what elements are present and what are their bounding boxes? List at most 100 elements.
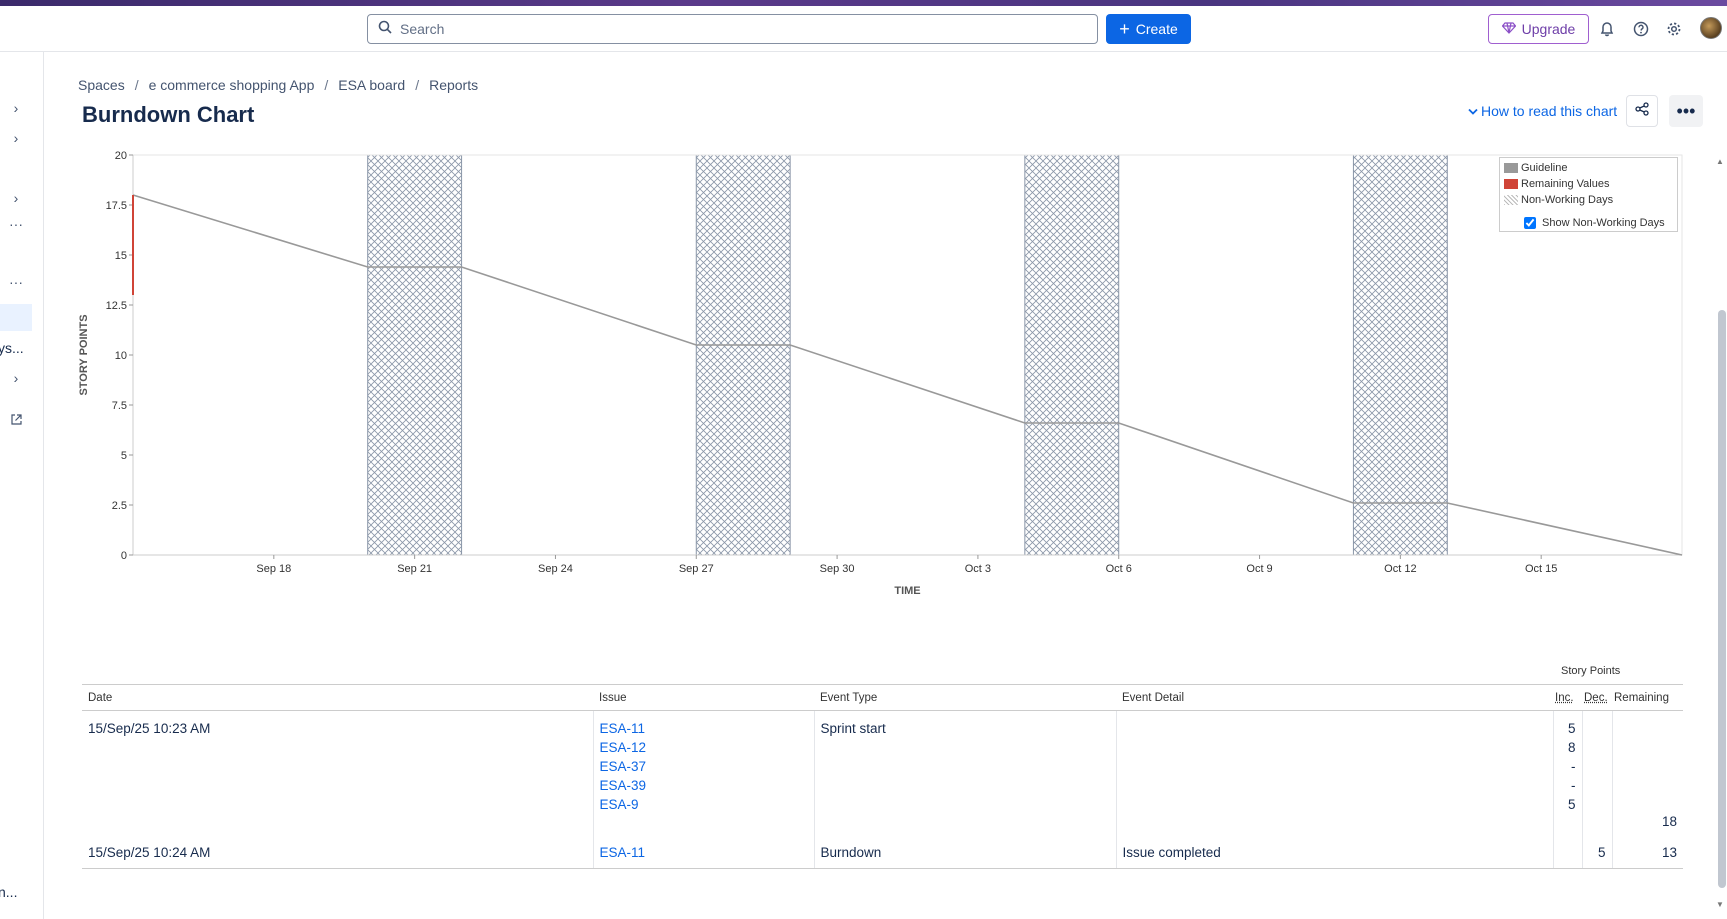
inc-value: 8	[1567, 740, 1576, 755]
legend-swatch	[1504, 163, 1518, 173]
scrollbar-thumb[interactable]	[1718, 310, 1726, 888]
y-tick-label: 15	[115, 250, 127, 262]
column-header-issue: Issue	[593, 684, 814, 711]
y-tick-label: 17.5	[106, 200, 127, 212]
y-axis-label: STORY POINTS	[78, 314, 90, 395]
y-tick-label: 12.5	[106, 300, 127, 312]
burndown-events-table: Date Issue Event Type Event Detail Inc. …	[82, 684, 1683, 869]
how-to-read-link[interactable]: How to read this chart	[1468, 103, 1617, 119]
show-non-working-days-label: Show Non-Working Days	[1542, 217, 1665, 229]
chevron-right-icon[interactable]: ›	[0, 188, 32, 208]
issue-link[interactable]: ESA-11	[600, 843, 808, 862]
x-tick-label: Sep 18	[256, 563, 291, 575]
event-dec: 5	[1581, 837, 1612, 869]
non-working-days-band	[695, 154, 791, 556]
upgrade-button[interactable]: Upgrade	[1488, 14, 1589, 44]
chevron-right-icon[interactable]: ›	[0, 98, 32, 118]
issue-link[interactable]: ESA-9	[600, 795, 808, 814]
y-tick-label: 10	[115, 350, 127, 362]
y-tick-label: 2.5	[112, 500, 127, 512]
event-issues: ESA-11	[592, 837, 814, 869]
x-tick-label: Oct 9	[1246, 563, 1272, 575]
column-header-date: Date	[82, 684, 593, 711]
breadcrumb-board[interactable]: ESA board	[338, 77, 405, 93]
chevron-right-icon[interactable]: ›	[0, 368, 32, 388]
breadcrumb: Spaces / e commerce shopping App / ESA b…	[78, 77, 478, 93]
legend-swatch	[1504, 179, 1518, 189]
column-header-inc: Inc.	[1553, 684, 1582, 711]
legend-item-remaining: Remaining Values	[1504, 178, 1609, 190]
scroll-down-arrow-icon[interactable]: ▼	[1716, 900, 1724, 909]
event-detail: Issue completed	[1115, 837, 1553, 869]
share-button[interactable]	[1626, 95, 1658, 127]
left-sidebar: › › › ··· ··· ys... › n...	[0, 52, 44, 919]
avatar[interactable]	[1700, 17, 1722, 39]
column-header-event-type: Event Type	[814, 684, 1116, 711]
x-tick-label: Oct 6	[1106, 563, 1132, 575]
column-header-event-detail: Event Detail	[1116, 684, 1553, 711]
more-icon: •••	[1676, 100, 1696, 121]
sidebar-item-label[interactable]: n...	[0, 884, 17, 900]
plus-icon: +	[1119, 19, 1130, 39]
top-navigation-bar: + Create Upgrade	[0, 6, 1727, 52]
legend-label: Remaining Values	[1521, 178, 1610, 190]
issue-link[interactable]: ESA-37	[600, 757, 808, 776]
search-icon	[378, 20, 392, 39]
issue-link[interactable]: ESA-39	[600, 776, 808, 795]
create-button-label: Create	[1135, 21, 1178, 37]
search-input[interactable]	[400, 21, 1000, 37]
how-to-read-label: How to read this chart	[1481, 103, 1618, 119]
create-button[interactable]: + Create	[1106, 14, 1191, 44]
legend-label: Guideline	[1521, 162, 1568, 174]
gear-icon[interactable]	[1665, 20, 1683, 38]
breadcrumb-separator: /	[415, 77, 420, 93]
event-remaining: 18	[1611, 710, 1683, 837]
event-dec	[1581, 710, 1612, 837]
issue-link[interactable]: ESA-12	[600, 738, 808, 757]
non-working-days-band	[367, 154, 463, 556]
scroll-up-arrow-icon[interactable]: ▲	[1716, 157, 1724, 166]
story-points-header: Story Points	[1561, 665, 1621, 677]
sidebar-selected-item[interactable]	[0, 304, 32, 331]
guideline-series-line	[132, 194, 1683, 556]
inc-value: -	[1571, 778, 1576, 793]
y-tick-label: 5	[121, 450, 127, 462]
help-icon[interactable]	[1632, 20, 1650, 38]
more-icon[interactable]: ···	[0, 272, 32, 292]
event-inc: 5 8 - - 5	[1552, 710, 1582, 837]
breadcrumb-spaces[interactable]: Spaces	[78, 77, 125, 93]
chevron-right-icon[interactable]: ›	[0, 128, 32, 148]
breadcrumb-separator: /	[324, 77, 329, 93]
more-icon[interactable]: ···	[0, 214, 32, 234]
issue-link[interactable]: ESA-11	[600, 719, 808, 738]
external-link-icon[interactable]	[0, 409, 32, 429]
legend-label: Non-Working Days	[1521, 194, 1614, 206]
x-tick-label: Sep 21	[397, 563, 432, 575]
burndown-chart: 0 2.5 5 7.5 10 12.5 15 17.5 20 Sep 18 Sep 21 Sep 24…	[78, 150, 1683, 597]
event-type: Burndown	[813, 837, 1116, 869]
event-remaining: 13	[1611, 837, 1683, 869]
breadcrumb-reports[interactable]: Reports	[429, 77, 478, 93]
x-tick-label: Sep 27	[679, 563, 714, 575]
x-axis-label: TIME	[894, 585, 920, 597]
bell-icon[interactable]	[1598, 20, 1616, 38]
search-box[interactable]	[367, 14, 1098, 44]
show-non-working-days-toggle[interactable]: Show Non-Working Days	[1524, 217, 1665, 229]
column-header-remaining: Remaining	[1612, 684, 1683, 711]
table-row: 15/Sep/25 10:24 AM ESA-11 Burndown Issue…	[82, 837, 1683, 869]
breadcrumb-project[interactable]: e commerce shopping App	[149, 77, 315, 93]
y-tick-label: 7.5	[112, 400, 127, 412]
column-header-dec: Dec.	[1582, 684, 1612, 711]
show-non-working-days-checkbox[interactable]	[1524, 217, 1536, 229]
x-tick-label: Sep 24	[538, 563, 573, 575]
non-working-days-band	[1352, 154, 1448, 556]
legend-item-guideline: Guideline	[1504, 162, 1567, 174]
non-working-days-band	[1024, 154, 1120, 556]
sidebar-item-label[interactable]: ys...	[0, 340, 24, 356]
share-icon	[1635, 101, 1649, 121]
table-header-row: Date Issue Event Type Event Detail Inc. …	[82, 684, 1683, 711]
legend-swatch	[1504, 195, 1518, 205]
chart-legend: Guideline Remaining Values Non-Working D…	[1499, 157, 1678, 232]
more-actions-button[interactable]: •••	[1669, 95, 1703, 127]
event-date: 15/Sep/25 10:24 AM	[82, 837, 593, 869]
